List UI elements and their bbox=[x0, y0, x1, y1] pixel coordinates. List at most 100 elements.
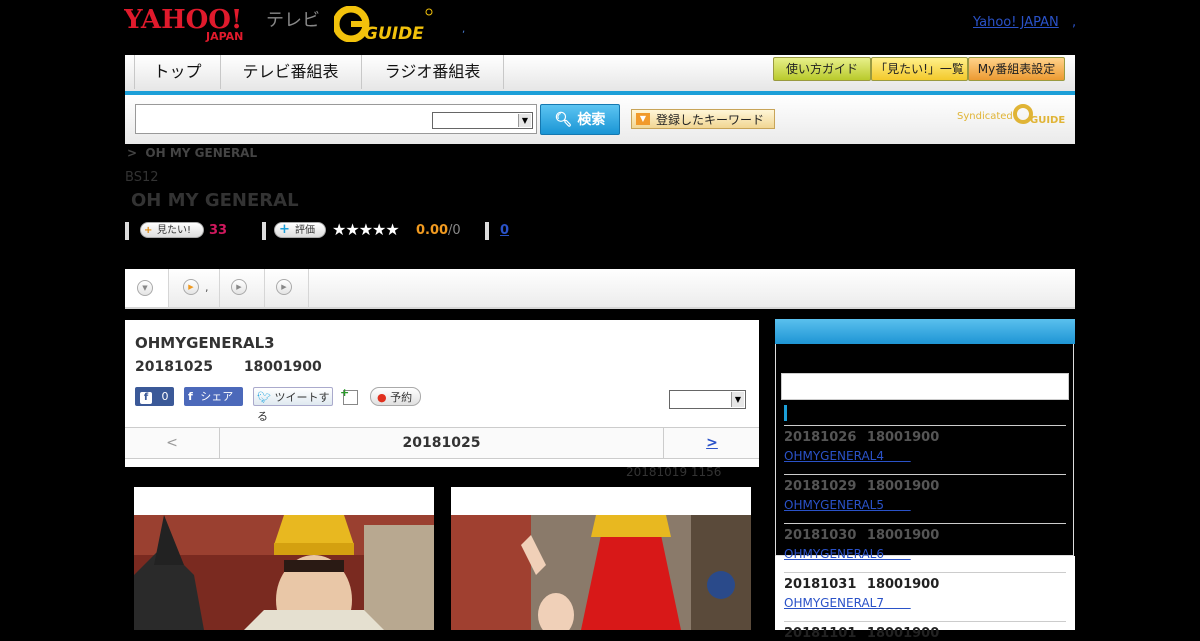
want-to-watch-list-button[interactable]: 「見たい!」一覧 bbox=[871, 57, 968, 81]
upcoming-item-link[interactable]: OHMYGENERAL6 bbox=[784, 547, 911, 561]
episode-photo-2[interactable] bbox=[451, 487, 751, 630]
tab-0[interactable]: ▼ bbox=[125, 269, 169, 307]
episode-time: 18001900 bbox=[243, 359, 322, 375]
upcoming-date: 20181030 bbox=[784, 528, 857, 543]
search-button-label: 検索 bbox=[577, 112, 606, 128]
rating-stars: ★★★★★ bbox=[332, 220, 400, 239]
upcoming-item-link[interactable]: OHMYGENERAL7 bbox=[784, 596, 911, 610]
rate-button[interactable]: + 評価 bbox=[274, 222, 326, 238]
nav-tab-tv-listings[interactable]: テレビ番組表 bbox=[220, 55, 362, 89]
want-to-watch-label: 見たい! bbox=[157, 225, 192, 236]
episode-action-select[interactable]: ▼ bbox=[669, 390, 746, 409]
divider bbox=[485, 222, 489, 240]
divider bbox=[262, 222, 266, 240]
registered-keywords-label: 登録したキーワード bbox=[656, 113, 765, 127]
upcoming-item-datetime: 20181026 18001900 bbox=[784, 430, 939, 445]
gguide-logo[interactable]: GUIDE bbox=[334, 6, 434, 42]
upcoming-title: OHMYGENERAL4 bbox=[784, 449, 884, 463]
reserve-button[interactable]: ● 予約 bbox=[370, 387, 421, 406]
tab-1-suffix: , bbox=[205, 281, 209, 294]
usage-guide-button[interactable]: 使い方ガイド bbox=[773, 57, 871, 81]
list-divider bbox=[784, 523, 1066, 524]
upcoming-date: 20181029 bbox=[784, 479, 857, 494]
episode-photo-1[interactable] bbox=[134, 487, 434, 630]
divider bbox=[125, 222, 129, 240]
section-marker bbox=[784, 405, 787, 421]
registered-keywords-button[interactable]: ▼ 登録したキーワード bbox=[631, 109, 775, 129]
date-navigation: < 20181025 > bbox=[125, 427, 759, 459]
upcoming-item-link[interactable]: OHMYGENERAL5 bbox=[784, 498, 911, 512]
list-divider bbox=[784, 621, 1066, 622]
upcoming-item-link[interactable]: OHMYGENERAL4 bbox=[784, 449, 911, 463]
header-dot: , bbox=[462, 24, 466, 35]
record-icon: ● bbox=[377, 391, 387, 404]
rate-label: 評価 bbox=[295, 225, 315, 236]
facebook-like-button[interactable]: f 0 bbox=[135, 387, 174, 406]
syndicated-gguide-logo: GUIDE bbox=[1013, 104, 1065, 125]
search-bar: ▼ 🔍︎ 検索 ▼ 登録したキーワード Syndicated GUIDE bbox=[125, 95, 1075, 144]
my-listings-settings-button[interactable]: My番組表設定 bbox=[968, 57, 1065, 81]
upcoming-title: OHMYGENERAL5 bbox=[784, 498, 884, 512]
tab-1[interactable]: ▶ , bbox=[169, 269, 220, 307]
episode-photo-1-image bbox=[134, 515, 434, 630]
japan-logo-text: JAPAN bbox=[205, 30, 243, 42]
yahoo-japan-link[interactable]: Yahoo! JAPAN bbox=[973, 15, 1059, 30]
search-category-select[interactable]: ▼ bbox=[432, 112, 533, 129]
facebook-icon: f bbox=[140, 392, 152, 404]
tab-2[interactable]: ▶ bbox=[220, 269, 265, 307]
chevron-down-icon: ▼ bbox=[518, 114, 531, 127]
play-icon: ▶ bbox=[183, 279, 199, 295]
breadcrumb: > OH MY GENERAL bbox=[127, 146, 257, 160]
next-date-button[interactable]: > bbox=[663, 428, 760, 458]
upcoming-time: 18001900 bbox=[866, 626, 940, 641]
twitter-icon: 🐦︎ bbox=[257, 391, 271, 404]
episode-detail: OHMYGENERAL3 20181025 18001900 f 0 f シェア… bbox=[125, 320, 759, 467]
search-button[interactable]: 🔍︎ 検索 bbox=[540, 104, 620, 135]
like-count: 0 bbox=[161, 390, 169, 403]
upcoming-date: 20181031 bbox=[784, 577, 857, 592]
search-icon: 🔍︎ bbox=[554, 112, 573, 128]
related-panel-header bbox=[775, 319, 1075, 344]
syndicated-label: Syndicated bbox=[957, 111, 1013, 122]
tab-3[interactable]: ▶ bbox=[265, 269, 309, 307]
current-date: 20181025 bbox=[402, 435, 481, 451]
updated-timestamp: 20181019 1156 bbox=[626, 465, 722, 479]
episode-date: 20181025 bbox=[135, 359, 213, 375]
calendar-add-icon[interactable]: + bbox=[340, 386, 359, 406]
upcoming-time: 18001900 bbox=[866, 430, 940, 445]
syndicated-gguide-text: GUIDE bbox=[1030, 115, 1065, 125]
yahoo-japan-logo[interactable]: YAHOO! JAPAN bbox=[124, 4, 262, 42]
program-title: OH MY GENERAL bbox=[131, 190, 299, 211]
want-to-watch-button[interactable]: + 見たい! bbox=[140, 222, 204, 238]
episode-title: OHMYGENERAL3 bbox=[135, 334, 275, 352]
upcoming-time: 18001900 bbox=[866, 528, 940, 543]
upcoming-date: 20181101 bbox=[784, 626, 857, 641]
facebook-share-button[interactable]: f シェア bbox=[184, 387, 243, 406]
upcoming-title: OHMYGENERAL6 bbox=[784, 547, 884, 561]
plus-icon: + bbox=[144, 225, 153, 236]
nav-tab-radio-listings[interactable]: ラジオ番組表 bbox=[362, 55, 504, 89]
breadcrumb-current: OH MY GENERAL bbox=[145, 146, 258, 160]
list-divider bbox=[784, 425, 1066, 426]
dropdown-triangle-icon: ▼ bbox=[636, 113, 650, 125]
upcoming-item-datetime: 20181030 18001900 bbox=[784, 528, 939, 543]
want-to-watch-count: 33 bbox=[209, 223, 228, 238]
station-name: BS12 bbox=[125, 170, 159, 185]
upcoming-time: 18001900 bbox=[866, 479, 940, 494]
list-divider bbox=[784, 474, 1066, 475]
nav-tab-top[interactable]: トップ bbox=[134, 55, 221, 89]
gguide-logo-text: GUIDE bbox=[364, 24, 424, 42]
prev-date-button[interactable]: < bbox=[125, 428, 220, 458]
chevron-down-icon: ▼ bbox=[731, 392, 744, 407]
upcoming-title: OHMYGENERAL7 bbox=[784, 596, 884, 610]
plus-icon: + bbox=[279, 222, 290, 237]
episode-photo-2-image bbox=[451, 515, 751, 630]
review-count-link[interactable]: 0 bbox=[500, 223, 509, 238]
play-icon: ▶ bbox=[276, 279, 292, 295]
facebook-icon: f bbox=[188, 390, 193, 403]
play-icon: ▶ bbox=[231, 279, 247, 295]
program-tab-bar: ▼ ▶ , ▶ ▶ bbox=[125, 269, 1075, 309]
tweet-button[interactable]: 🐦︎ ツイートする bbox=[253, 387, 333, 423]
related-search-input[interactable] bbox=[781, 373, 1069, 400]
upcoming-date: 20181026 bbox=[784, 430, 857, 445]
